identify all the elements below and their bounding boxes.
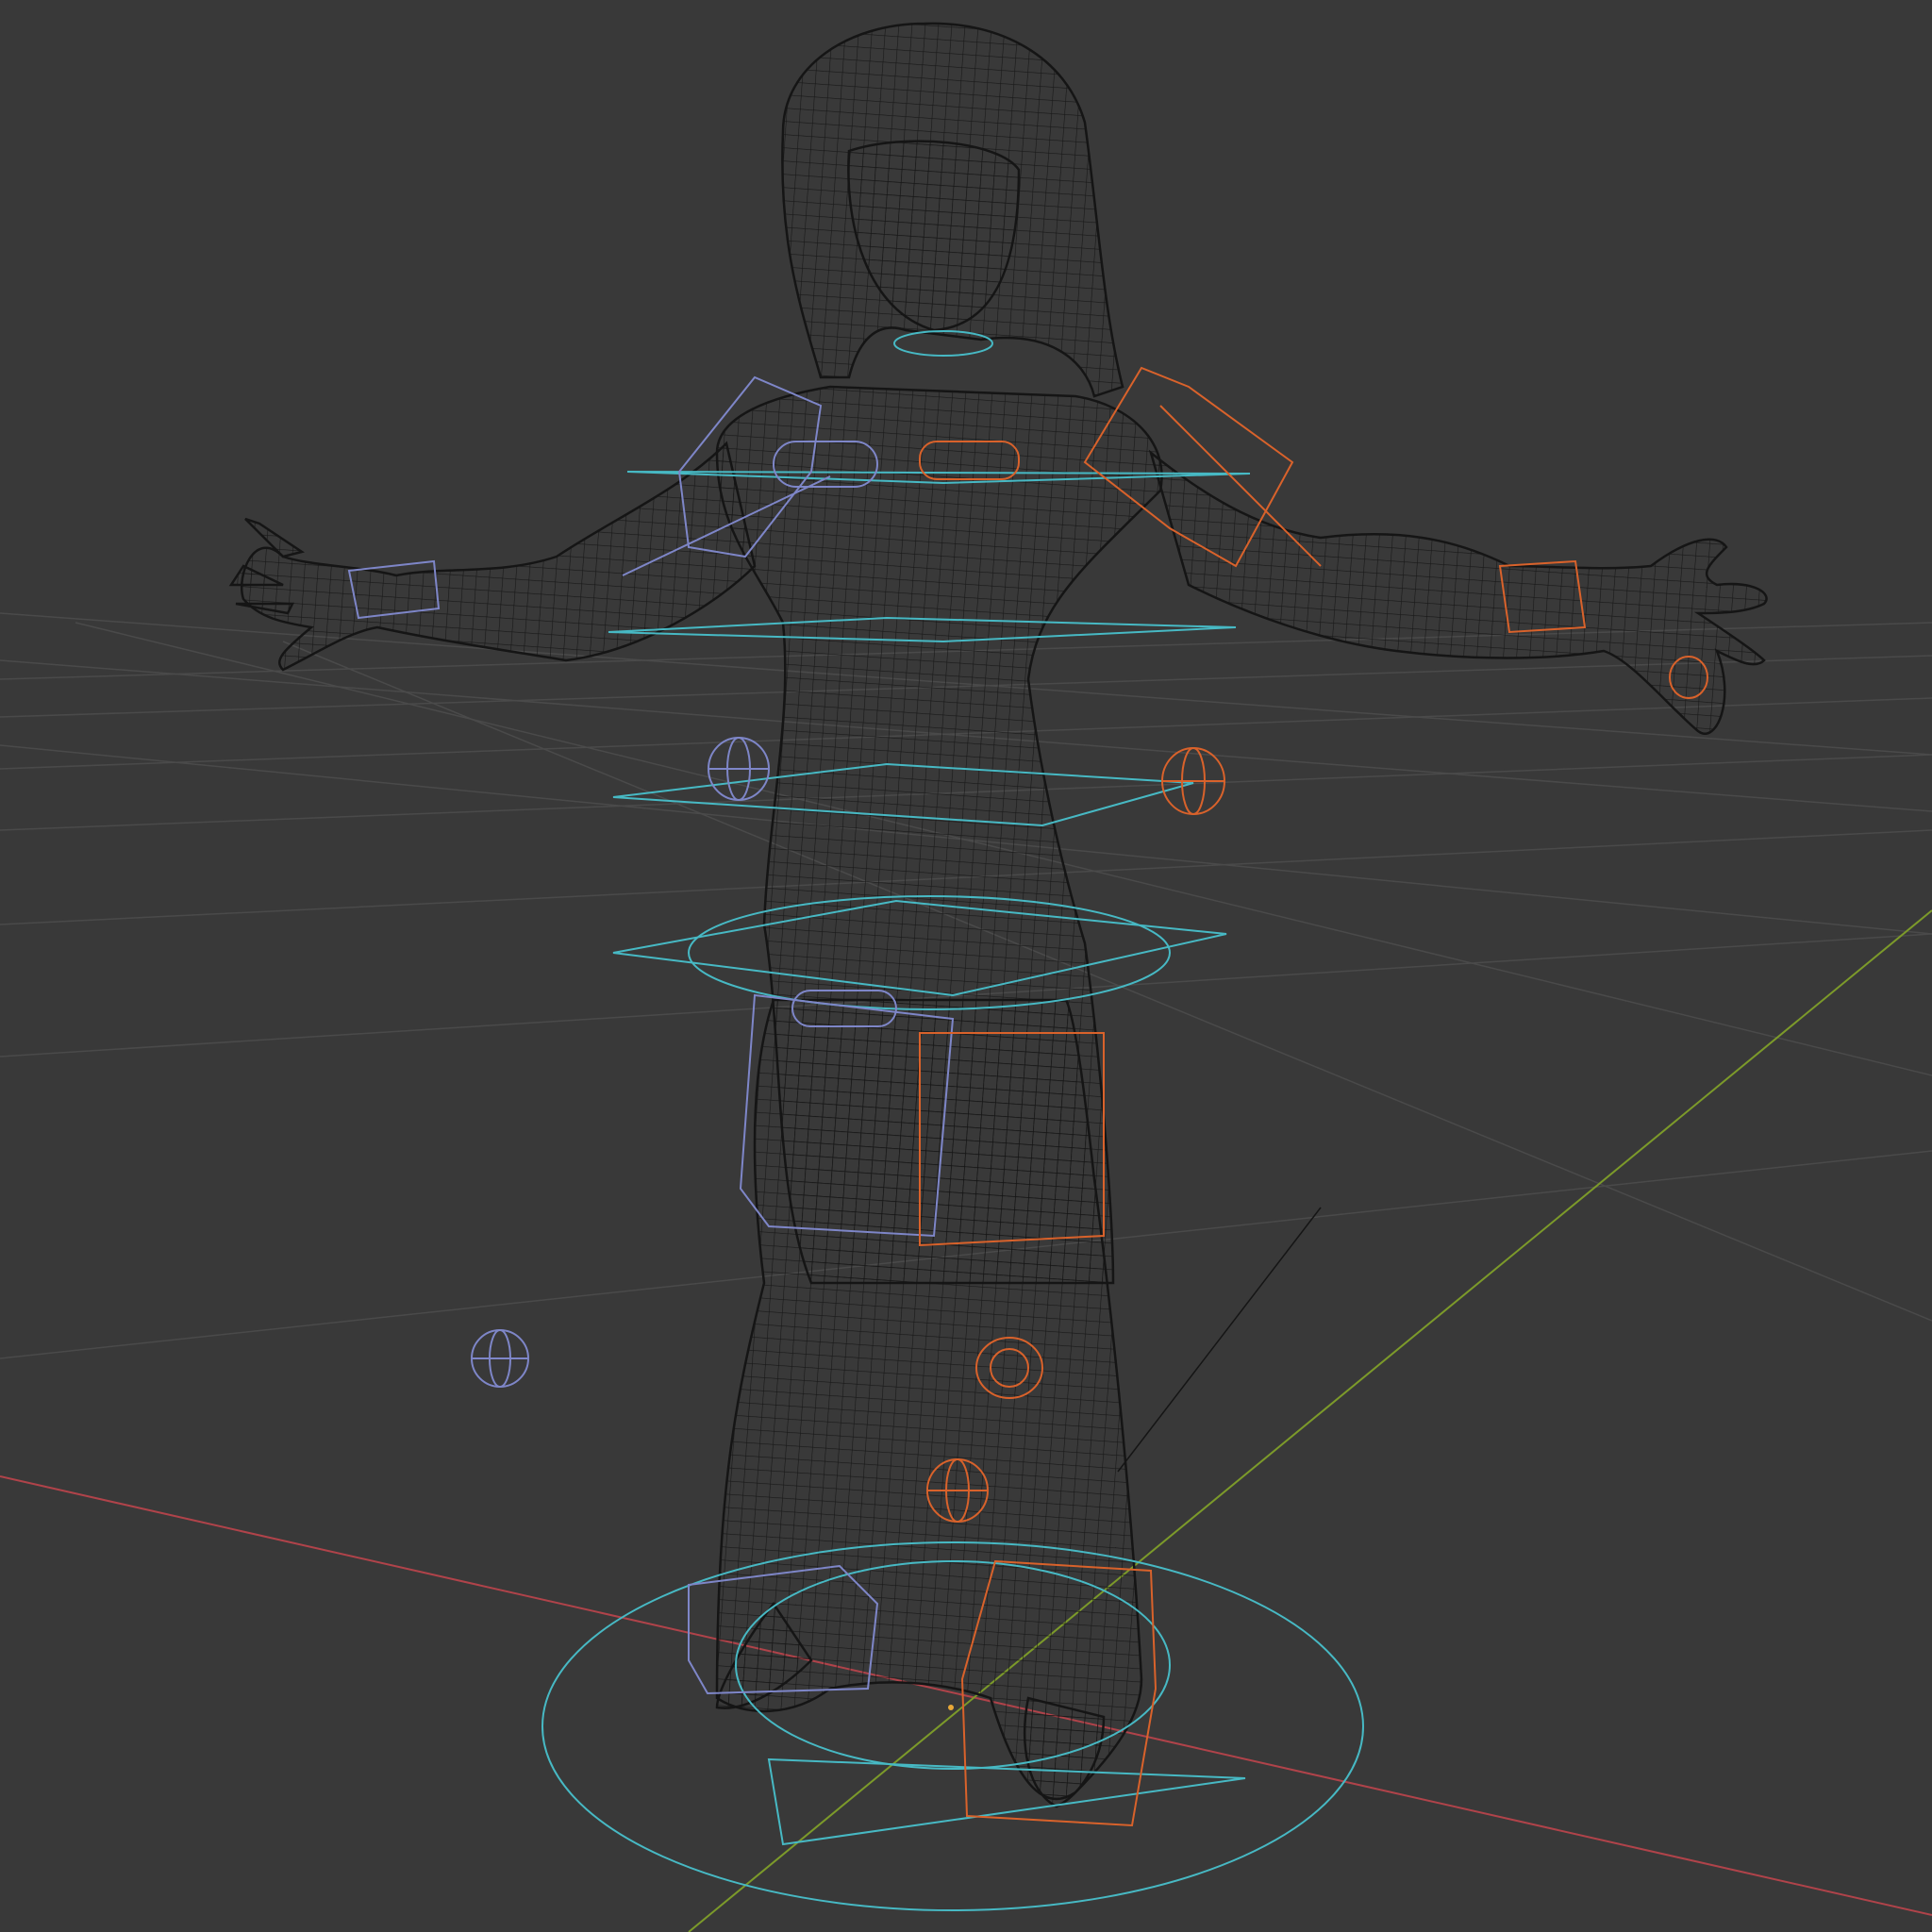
arm-left [241,441,757,672]
3d-viewport[interactable] [0,0,1932,1932]
character-mesh[interactable] [228,22,1768,1808]
root-direction-control[interactable] [767,1757,1246,1846]
camera-direction-line [1117,1207,1322,1473]
object-origin-point[interactable] [948,1705,954,1710]
